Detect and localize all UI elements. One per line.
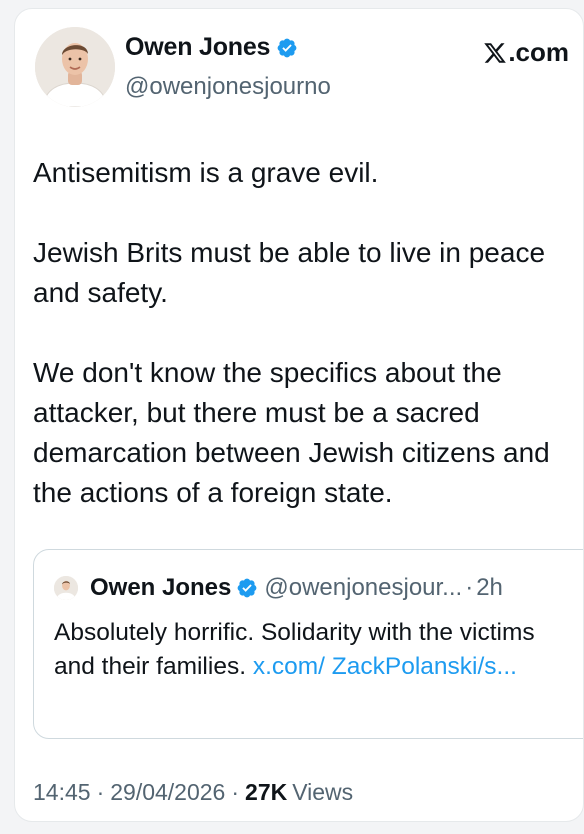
author-handle[interactable]: @owenjonesjourno xyxy=(125,73,331,101)
brand-logo: .com xyxy=(483,37,569,68)
tweet-paragraph: We don't know the specifics about the at… xyxy=(33,357,550,508)
tweet-meta: 14:45 · 29/04/2026 · 27K Views xyxy=(33,779,353,806)
quoted-tweet-header: Owen Jones @owenjonesjour... · 2h xyxy=(54,574,503,602)
tweet-body: Antisemitism is a grave evil. Jewish Bri… xyxy=(33,153,583,513)
author-name-row: Owen Jones xyxy=(125,33,298,62)
author-display-name[interactable]: Owen Jones xyxy=(125,33,270,62)
quoted-tweet-text: Absolutely horrific. Solidarity with the… xyxy=(54,616,574,684)
author-avatar[interactable] xyxy=(35,27,115,107)
quoted-tweet[interactable]: Owen Jones @owenjonesjour... · 2h Absolu… xyxy=(33,549,583,739)
separator-dot: · xyxy=(231,779,240,805)
separator-dot: · xyxy=(465,574,474,601)
x-logo-icon xyxy=(484,42,507,63)
quoted-author-handle[interactable]: @owenjonesjour... xyxy=(264,574,462,602)
views-label: Views xyxy=(292,779,354,805)
quoted-tweet-time[interactable]: 2h xyxy=(476,574,503,602)
verified-badge-icon xyxy=(277,38,297,57)
tweet-paragraph: Antisemitism is a grave evil. xyxy=(33,157,379,188)
tweet-time[interactable]: 14:45 xyxy=(33,779,91,806)
quoted-author-name[interactable]: Owen Jones xyxy=(90,574,231,602)
tweet-date[interactable]: 29/04/2026 xyxy=(110,779,225,806)
brand-label: .com xyxy=(508,37,569,67)
quoted-author-avatar xyxy=(54,576,78,600)
tweet-card: Owen Jones @owenjonesjourno .com Antisem… xyxy=(14,8,584,822)
verified-badge-icon xyxy=(237,578,257,598)
quoted-tweet-link[interactable]: x.com/ ZackPolanski/s... xyxy=(253,653,517,680)
separator-dot: · xyxy=(96,779,105,805)
views-count[interactable]: 27K xyxy=(245,779,287,806)
tweet-paragraph: Jewish Brits must be able to live in pea… xyxy=(33,237,546,308)
